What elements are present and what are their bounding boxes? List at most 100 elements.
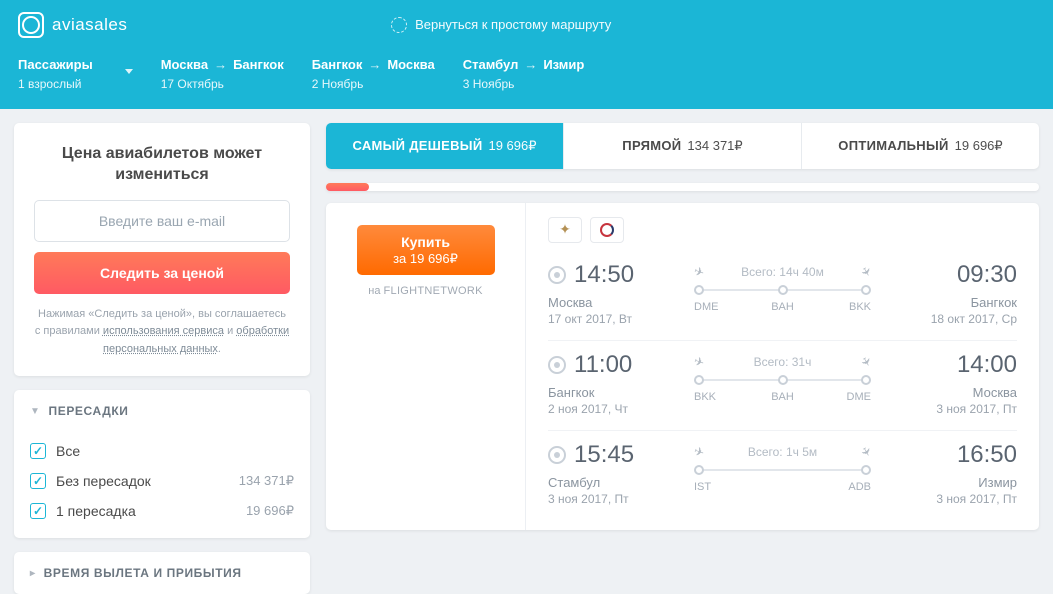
filter-stops-title: ПЕРЕСАДКИ [49, 404, 129, 418]
passengers[interactable]: Пассажиры 1 взрослый [18, 55, 93, 93]
sort-tabs: САМЫЙ ДЕШЕВЫЙ 19 696₽ПРЯМОЙ 134 371₽ОПТИ… [326, 123, 1039, 169]
filter-time: ▸ ВРЕМЯ ВЫЛЕТА И ПРИБЫТИЯ [14, 552, 310, 594]
airport-codes: DMEBAHBKK [694, 301, 871, 313]
arrival: 16:50Измир3 ноя 2017, Пт [889, 441, 1017, 506]
route-to: Измир [543, 55, 584, 75]
leg-duration: Всего: 1ч 5м [748, 445, 817, 459]
route-date: 3 Ноябрь [463, 75, 585, 93]
plane-land-icon: ✈ [857, 444, 874, 460]
price-watch-title: Цена авиабилетов может измениться [34, 143, 290, 186]
arr-time: 14:00 [957, 351, 1017, 379]
route-to: Бангкок [233, 55, 284, 75]
pin-icon [548, 266, 566, 284]
filter-stops-head[interactable]: ▼ ПЕРЕСАДКИ [14, 390, 310, 432]
departure: 14:50Москва17 окт 2017, Вт [548, 261, 676, 326]
filter-checkbox-row[interactable]: Все [30, 436, 294, 466]
arrow-right-icon: → [214, 55, 227, 75]
passengers-label: Пассажиры [18, 55, 93, 75]
filter-time-title: ВРЕМЯ ВЫЛЕТА И ПРИБЫТИЯ [44, 566, 242, 580]
progress-bar [326, 183, 1039, 191]
route-segment[interactable]: Стамбул → Измир3 Ноябрь [463, 55, 585, 93]
airport-codes: BKKBAHDME [694, 391, 871, 403]
filter-price: 19 696₽ [246, 503, 294, 519]
watch-price-button[interactable]: Следить за ценой [34, 252, 290, 294]
airline-logo [590, 217, 624, 243]
departure: 15:45Стамбул3 ноя 2017, Пт [548, 441, 676, 506]
tab-price: 19 696₽ [488, 138, 536, 154]
route-to: Москва [387, 55, 434, 75]
dep-date: 3 ноя 2017, Пт [548, 492, 676, 506]
email-input[interactable] [34, 200, 290, 242]
airline-logos: ✦ [548, 217, 1017, 243]
terms-link[interactable]: использования сервиса [103, 325, 224, 337]
route-from: Стамбул [463, 55, 519, 75]
checkbox-icon [30, 503, 46, 519]
sort-tab[interactable]: ОПТИМАЛЬНЫЙ 19 696₽ [802, 123, 1039, 169]
tab-price: 134 371₽ [687, 138, 742, 154]
search-summary: Пассажиры 1 взрослый Москва → Бангкок17 … [0, 49, 1053, 109]
dep-city: Стамбул [548, 475, 676, 490]
pin-icon [548, 446, 566, 464]
leg-duration: Всего: 14ч 40м [741, 265, 824, 279]
filter-checkbox-row[interactable]: 1 пересадка19 696₽ [30, 496, 294, 526]
simple-route-link[interactable]: Вернуться к простому маршруту [391, 17, 611, 33]
buy-column: Купить за 19 696₽ на FLIGHTNETWORK [326, 203, 526, 530]
route-from: Москва [161, 55, 208, 75]
plane-takeoff-icon: ✈ [692, 443, 706, 460]
flight-leg: 11:00Бангкок2 ноя 2017, Чт✈Всего: 31ч✈BK… [548, 341, 1017, 431]
sort-tab[interactable]: ПРЯМОЙ 134 371₽ [564, 123, 802, 169]
dep-city: Москва [548, 295, 676, 310]
arrow-right-icon: → [524, 55, 537, 75]
filter-price: 134 371₽ [239, 473, 294, 489]
departure: 11:00Бангкок2 ноя 2017, Чт [548, 351, 676, 416]
brand[interactable]: aviasales [18, 12, 127, 38]
chevron-down-icon [125, 69, 133, 74]
result-card: Купить за 19 696₽ на FLIGHTNETWORK ✦ 14:… [326, 203, 1039, 530]
chevron-right-icon: ▸ [30, 568, 36, 579]
sort-tab[interactable]: САМЫЙ ДЕШЕВЫЙ 19 696₽ [326, 123, 564, 169]
route-segment[interactable]: Москва → Бангкок17 Октябрь [161, 55, 284, 93]
route-icon [391, 17, 407, 33]
price-watch-card: Цена авиабилетов может измениться Следит… [14, 123, 310, 377]
passengers-value: 1 взрослый [18, 75, 93, 93]
arr-city: Измир [889, 475, 1017, 490]
buy-price: за 19 696₽ [387, 251, 465, 267]
arr-city: Москва [889, 385, 1017, 400]
legs: ✦ 14:50Москва17 окт 2017, Вт✈Всего: 14ч … [526, 203, 1039, 530]
airport-codes: ISTADB [694, 481, 871, 493]
chevron-down-icon: ▼ [30, 406, 41, 417]
pin-icon [548, 356, 566, 374]
flight-leg: 15:45Стамбул3 ноя 2017, Пт✈Всего: 1ч 5м✈… [548, 431, 1017, 520]
filter-time-head[interactable]: ▸ ВРЕМЯ ВЫЛЕТА И ПРИБЫТИЯ [14, 552, 310, 594]
route-segment[interactable]: Бангкок → Москва2 Ноябрь [312, 55, 435, 93]
plane-land-icon: ✈ [857, 264, 874, 280]
arr-time: 09:30 [957, 261, 1017, 289]
arr-time: 16:50 [957, 441, 1017, 469]
dep-time: 14:50 [574, 261, 634, 289]
plane-takeoff-icon: ✈ [692, 353, 706, 370]
plane-land-icon: ✈ [857, 354, 874, 370]
dep-city: Бангкок [548, 385, 676, 400]
buy-label: Купить [387, 234, 465, 252]
buy-source: на FLIGHTNETWORK [346, 285, 505, 297]
brand-text: aviasales [52, 15, 127, 35]
buy-button[interactable]: Купить за 19 696₽ [357, 225, 495, 276]
leg-track: ✈ Всего: 14ч 40м ✈ DMEBAHBKK [676, 261, 889, 313]
checkbox-icon [30, 473, 46, 489]
dep-date: 2 ноя 2017, Чт [548, 402, 676, 416]
tab-label: ПРЯМОЙ [622, 138, 681, 153]
topbar: aviasales Вернуться к простому маршруту [0, 0, 1053, 49]
filter-checkbox-row[interactable]: Без пересадок 134 371₽ [30, 466, 294, 496]
plane-takeoff-icon: ✈ [692, 263, 706, 280]
arrival: 14:00Москва3 ноя 2017, Пт [889, 351, 1017, 416]
filter-stops: ▼ ПЕРЕСАДКИ Все Без пересадок 134 371₽ 1 пе… [14, 390, 310, 538]
simple-route-label: Вернуться к простому маршруту [415, 17, 611, 32]
arrival: 09:30Бангкок18 окт 2017, Ср [889, 261, 1017, 326]
flight-leg: 14:50Москва17 окт 2017, Вт✈Всего: 14ч 40… [548, 251, 1017, 341]
arr-city: Бангкок [889, 295, 1017, 310]
route-date: 17 Октябрь [161, 75, 284, 93]
leg-track: ✈ Всего: 1ч 5м ✈ ISTADB [676, 441, 889, 493]
leg-duration: Всего: 31ч [754, 355, 812, 369]
filter-label: Без пересадок [56, 473, 151, 489]
tab-price: 19 696₽ [955, 138, 1003, 154]
